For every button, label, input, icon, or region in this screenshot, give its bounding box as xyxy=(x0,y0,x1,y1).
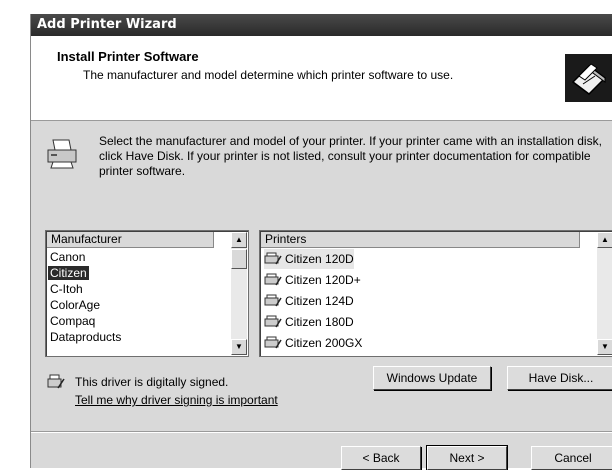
signed-driver-icon xyxy=(47,374,65,389)
driver-signed-text: This driver is digitally signed. xyxy=(75,375,229,389)
add-printer-wizard-window: Add Printer Wizard Install Printer Softw… xyxy=(30,14,612,470)
manufacturer-listbox[interactable]: Manufacturer Canon Citizen C-Itoh ColorA… xyxy=(45,230,249,357)
printer-driver-icon xyxy=(264,273,282,286)
manufacturer-item[interactable]: Canon xyxy=(48,249,87,265)
printers-column-header[interactable]: Printers xyxy=(261,232,580,248)
printer-wizard-icon xyxy=(565,54,612,102)
scroll-down-arrow-icon[interactable]: ▼ xyxy=(231,339,247,355)
printer-driver-icon xyxy=(264,336,282,349)
printer-item[interactable]: Citizen 200GX xyxy=(264,333,362,353)
windows-update-button[interactable]: Windows Update xyxy=(373,366,491,390)
cancel-button[interactable]: Cancel xyxy=(531,446,612,470)
printer-icon xyxy=(47,139,77,169)
back-button[interactable]: < Back xyxy=(341,446,421,470)
scroll-up-arrow-icon[interactable]: ▲ xyxy=(231,232,247,248)
printer-item-selected[interactable]: Citizen 120D xyxy=(264,249,354,269)
footer-separator xyxy=(31,431,612,433)
have-disk-button[interactable]: Have Disk... xyxy=(507,366,612,390)
printer-driver-icon xyxy=(264,294,282,307)
instructions-text: Select the manufacturer and model of you… xyxy=(99,134,602,178)
title-bar[interactable]: Add Printer Wizard xyxy=(31,14,612,36)
scroll-up-arrow-icon[interactable]: ▲ xyxy=(597,232,612,248)
wizard-header: Install Printer Software The manufacture… xyxy=(31,36,612,121)
header-title: Install Printer Software xyxy=(57,49,199,64)
manufacturer-item[interactable]: Compaq xyxy=(48,313,97,329)
printer-driver-icon xyxy=(264,315,282,328)
manufacturer-item[interactable]: Dataproducts xyxy=(48,329,123,345)
driver-signing-link[interactable]: Tell me why driver signing is important xyxy=(75,393,278,407)
manufacturer-column-header[interactable]: Manufacturer xyxy=(47,232,214,248)
header-subtitle: The manufacturer and model determine whi… xyxy=(83,68,454,82)
printer-item[interactable]: Citizen 120D+ xyxy=(264,270,361,290)
manufacturer-item[interactable]: ColorAge xyxy=(48,297,102,313)
next-button[interactable]: Next > xyxy=(426,445,508,470)
printer-item[interactable]: Citizen 124D xyxy=(264,291,354,311)
printers-listbox[interactable]: Printers Citizen 120D Citizen 120D+ Citi… xyxy=(259,230,612,357)
scroll-down-arrow-icon[interactable]: ▼ xyxy=(597,339,612,355)
printer-driver-icon xyxy=(264,252,282,265)
scrollbar-thumb[interactable] xyxy=(231,249,247,269)
printers-scrollbar[interactable]: ▲ ▼ xyxy=(597,232,612,355)
printer-item[interactable]: Citizen 180D xyxy=(264,312,354,332)
manufacturer-scrollbar[interactable]: ▲ ▼ xyxy=(231,232,247,355)
window-title: Add Printer Wizard xyxy=(37,17,177,32)
manufacturer-item-selected[interactable]: Citizen xyxy=(48,265,89,281)
manufacturer-item[interactable]: C-Itoh xyxy=(48,281,85,297)
